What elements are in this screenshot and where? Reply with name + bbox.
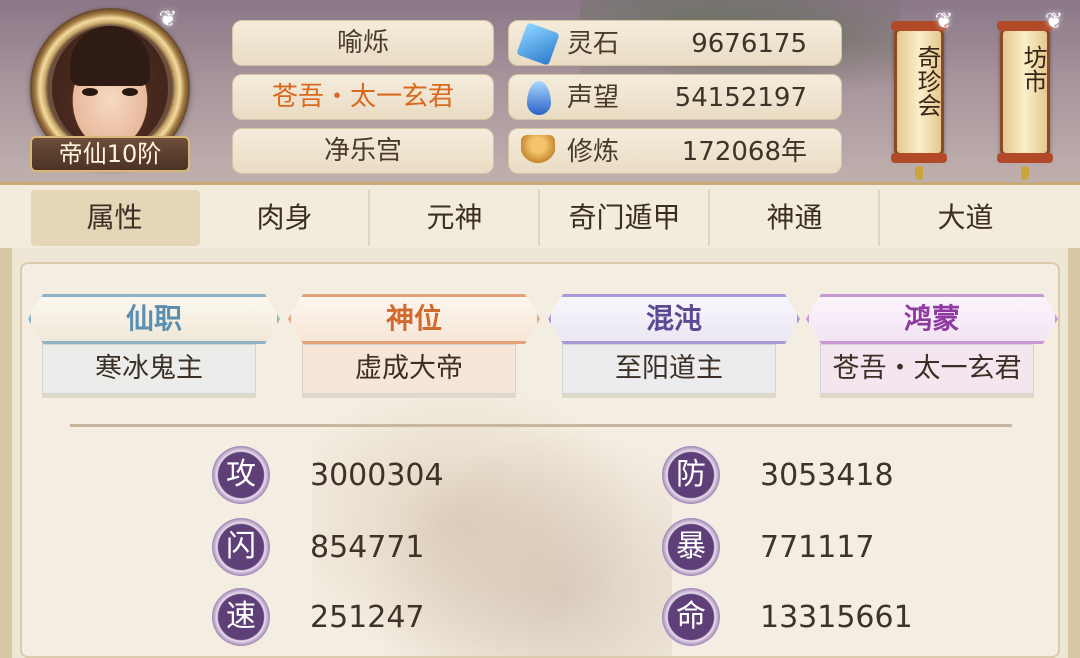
title-value: 虚成大帝 [302,344,516,394]
avatar-eyes [82,88,138,98]
right-frame [1068,248,1080,658]
spirit-stone-icon [516,22,560,66]
resource-label: 修炼 [567,137,620,167]
resource-value: 172068年 [681,137,807,167]
hp-value: 13315661 [760,600,913,635]
title-value: 至阳道主 [562,344,776,394]
player-sect: 净乐宫 [232,128,494,174]
title-card-chaos[interactable]: 混沌 至阳道主 [548,294,800,398]
title-card-divine-rank[interactable]: 神位 虚成大帝 [288,294,540,398]
butterfly-icon: ❦ [1044,9,1064,34]
title-card-immortal-post[interactable]: 仙职 寒冰鬼主 [28,294,280,398]
resource-value: 54152197 [674,83,807,113]
treasure-hall-label: 奇珍会 [913,45,941,117]
resource-label: 灵石 [567,29,620,59]
resource-reputation: 声望 54152197 [508,74,842,120]
player-name: 喻烁 [232,20,494,66]
defense-value: 3053418 [760,458,894,493]
market-label: 坊市 [1019,45,1047,93]
player-title: 苍吾・太一玄君 [232,74,494,120]
dodge-badge: 闪 [212,518,270,576]
resource-label: 声望 [567,83,620,113]
butterfly-icon: ❦ [158,7,178,32]
treasure-hall-button[interactable]: 奇珍会 [891,21,947,163]
dodge-value: 854771 [310,530,425,565]
title-category: 神位 [288,294,540,344]
attributes-panel: 仙职 寒冰鬼主 神位 虚成大帝 混沌 至阳道主 鸿蒙 苍吾・太一玄君 攻 300… [20,262,1060,658]
rank-badge: 帝仙10阶 [30,136,190,172]
left-frame [0,248,12,658]
tab-body[interactable]: 肉身 [201,190,370,246]
hp-badge: 命 [662,588,720,646]
avatar-hair [70,26,150,86]
market-button[interactable]: 坊市 [997,21,1053,163]
resource-cultivation: 修炼 172068年 [508,128,842,174]
title-category: 混沌 [548,294,800,344]
butterfly-icon: ❦ [934,9,954,34]
tab-qimen-dunjia[interactable]: 奇门遁甲 [541,190,710,246]
speed-value: 251247 [310,600,425,635]
cultivation-icon [521,135,555,169]
tab-great-dao[interactable]: 大道 [881,190,1050,246]
section-divider [70,424,1012,427]
tab-attributes[interactable]: 属性 [31,190,200,246]
resource-spirit-stone: 灵石 9676175 [508,20,842,66]
title-card-primordial[interactable]: 鸿蒙 苍吾・太一玄君 [806,294,1058,398]
tab-bar: 属性 肉身 元神 奇门遁甲 神通 大道 [0,182,1080,248]
defense-badge: 防 [662,446,720,504]
tab-divine-power[interactable]: 神通 [711,190,880,246]
resource-value: 9676175 [691,29,807,59]
critical-value: 771117 [760,530,875,565]
attack-badge: 攻 [212,446,270,504]
title-value: 苍吾・太一玄君 [820,344,1034,394]
avatar-portrait [52,26,168,150]
tassel-icon [1021,166,1029,180]
player-header: ❦ 帝仙10阶 喻烁 苍吾・太一玄君 净乐宫 灵石 9676175 声望 541… [0,0,1080,182]
reputation-icon [527,81,551,115]
title-value: 寒冰鬼主 [42,344,256,394]
critical-badge: 暴 [662,518,720,576]
title-category: 仙职 [28,294,280,344]
speed-badge: 速 [212,588,270,646]
title-category: 鸿蒙 [806,294,1058,344]
attack-value: 3000304 [310,458,444,493]
tassel-icon [915,166,923,180]
tab-spirit[interactable]: 元神 [371,190,540,246]
